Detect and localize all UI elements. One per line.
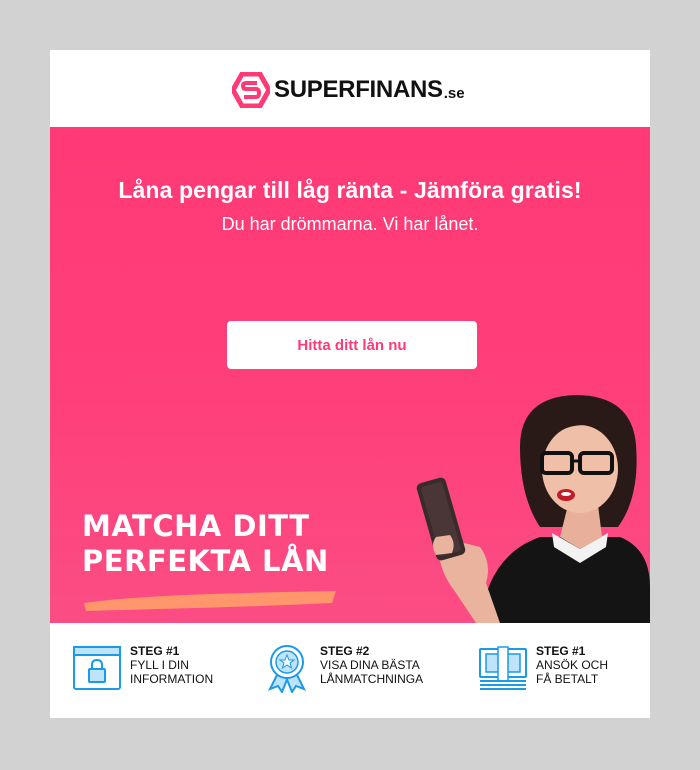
step-3-line2: FÅ BETALT bbox=[536, 672, 599, 686]
step-2: STEG #2 VISA DINA BÄSTA LÅNMATCHNINGA bbox=[262, 643, 423, 693]
promo-headline-line1: MATCHA DITT bbox=[82, 509, 310, 543]
promo-headline-line2: PERFEKTA LÅN bbox=[82, 544, 329, 578]
step-1-line2: INFORMATION bbox=[130, 672, 214, 686]
promo-headline: MATCHA DITT PERFEKTA LÅN bbox=[82, 509, 329, 579]
logo-text: SUPERFINANS bbox=[274, 76, 443, 103]
logo[interactable]: SUPERFINANS .se bbox=[232, 72, 465, 108]
logo-tld: .se bbox=[443, 84, 465, 102]
step-2-number: STEG #2 bbox=[320, 644, 370, 658]
find-loan-button[interactable]: Hitta ditt lån nu bbox=[227, 321, 477, 369]
award-ribbon-icon bbox=[267, 645, 307, 693]
step-1-line1: FYLL I DIN bbox=[130, 658, 189, 672]
step-1-number: STEG #1 bbox=[130, 644, 180, 658]
step-3: STEG #1 ANSÖK OCH FÅ BETALT bbox=[478, 643, 608, 693]
hero-subtitle: Du har drömmarna. Vi har lånet. bbox=[221, 214, 479, 234]
form-lock-icon bbox=[73, 646, 121, 690]
hero-title: Låna pengar till låg ränta - Jämföra gra… bbox=[118, 177, 582, 203]
money-stack-icon bbox=[479, 646, 527, 690]
email-card: SUPERFINANS .se Låna pengar till låg rän… bbox=[50, 50, 650, 718]
hero-banner: Låna pengar till låg ränta - Jämföra gra… bbox=[50, 127, 650, 623]
superfinans-logo-icon bbox=[232, 72, 270, 108]
woman-with-phone-image bbox=[416, 395, 650, 623]
step-3-line1: ANSÖK OCH bbox=[536, 658, 609, 672]
step-2-line1: VISA DINA BÄSTA bbox=[320, 658, 420, 672]
steps-section: STEG #1 FYLL I DIN INFORMATION STEG #2 V… bbox=[50, 623, 650, 718]
step-3-number: STEG #1 bbox=[536, 644, 586, 658]
step-1: STEG #1 FYLL I DIN INFORMATION bbox=[72, 643, 213, 693]
brush-stroke-decoration bbox=[84, 591, 336, 611]
header: SUPERFINANS .se bbox=[50, 50, 650, 127]
step-2-line2: LÅNMATCHNINGA bbox=[320, 672, 424, 686]
